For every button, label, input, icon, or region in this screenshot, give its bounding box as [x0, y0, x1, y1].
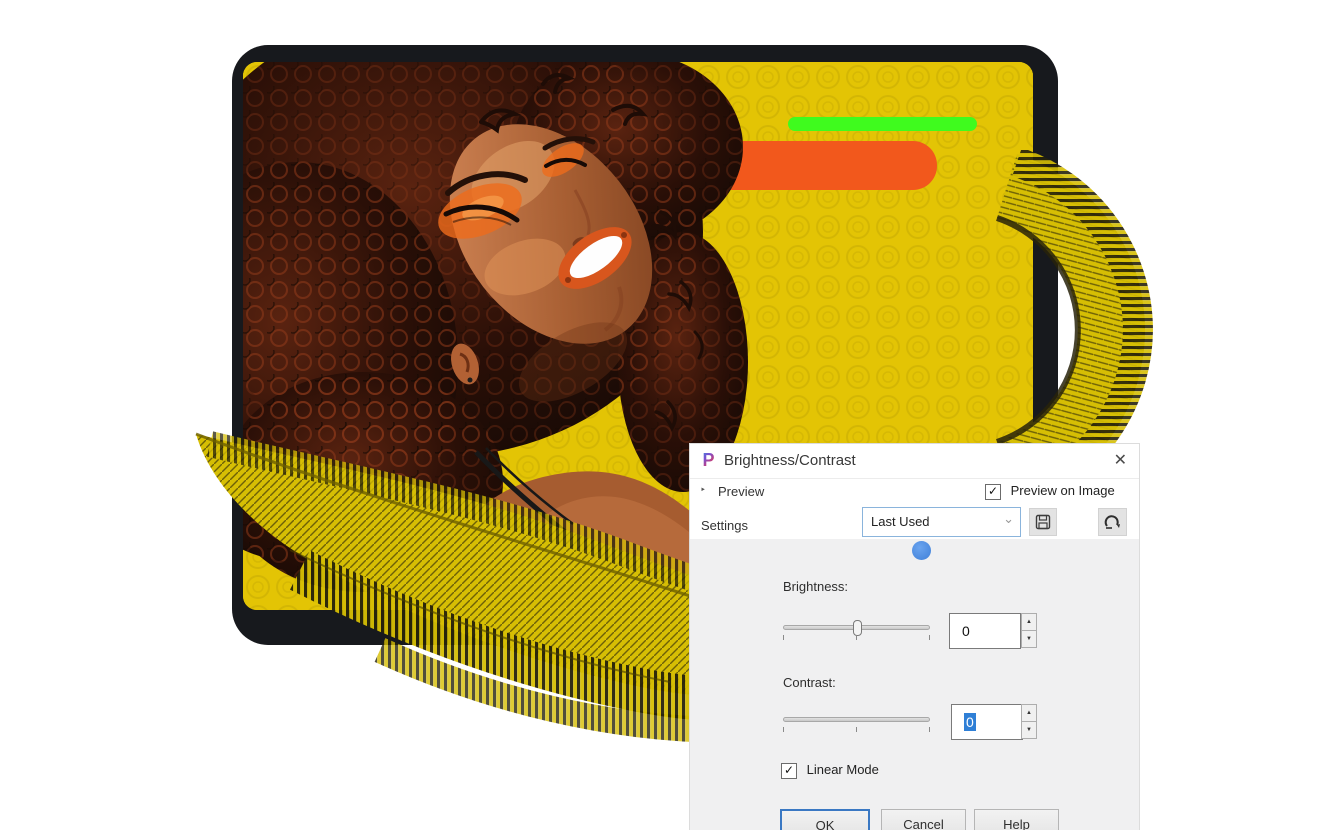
- contrast-label: Contrast:: [783, 675, 836, 690]
- save-icon: [1035, 514, 1051, 530]
- spinner-down-icon[interactable]: ▼: [1021, 721, 1037, 739]
- linear-mode-checkbox[interactable]: ✓: [781, 763, 797, 779]
- tick: [929, 635, 930, 640]
- linear-mode-label: Linear Mode: [807, 762, 879, 777]
- tick: [929, 727, 930, 732]
- brightness-slider-thumb[interactable]: [853, 620, 862, 636]
- cursor-click-indicator: [912, 541, 931, 560]
- ok-button[interactable]: OK: [780, 809, 870, 830]
- page: P Brightness/Contrast ✕ ‣ Preview ✓ Prev…: [0, 0, 1318, 830]
- contrast-value-selected: 0: [964, 713, 976, 731]
- spinner-up-icon[interactable]: ▲: [1021, 704, 1037, 722]
- preview-section-label: Preview: [718, 484, 764, 499]
- settings-preset-value: Last Used: [871, 514, 930, 529]
- spinner-up-icon[interactable]: ▲: [1021, 613, 1037, 631]
- help-button[interactable]: Help: [974, 809, 1059, 830]
- dialog-header: P Brightness/Contrast ✕ ‣ Preview ✓ Prev…: [690, 444, 1139, 539]
- dialog-titlebar[interactable]: P Brightness/Contrast ✕: [690, 444, 1139, 479]
- linear-mode-option[interactable]: ✓ Linear Mode: [781, 762, 879, 779]
- reset-to-default-button[interactable]: [1098, 508, 1127, 536]
- brightness-contrast-dialog: P Brightness/Contrast ✕ ‣ Preview ✓ Prev…: [689, 443, 1140, 830]
- preview-on-image-checkbox[interactable]: ✓: [985, 484, 1001, 500]
- tick: [783, 727, 784, 732]
- save-preset-button[interactable]: [1029, 508, 1057, 536]
- paintshop-logo-icon: P: [699, 451, 718, 470]
- preview-on-image-label: Preview on Image: [1011, 483, 1115, 498]
- settings-label: Settings: [701, 518, 748, 533]
- contrast-slider-track[interactable]: [783, 717, 930, 722]
- preview-expander-icon[interactable]: ‣: [700, 485, 706, 496]
- dialog-title: Brightness/Contrast: [724, 452, 856, 469]
- tick: [856, 635, 857, 640]
- green-brush-stroke: [788, 117, 977, 131]
- spinner-down-icon[interactable]: ▼: [1021, 630, 1037, 648]
- reset-icon: [1104, 514, 1121, 530]
- settings-preset-dropdown[interactable]: Last Used ⌄: [862, 507, 1021, 537]
- preview-on-image-option[interactable]: ✓ Preview on Image: [985, 483, 1115, 500]
- close-icon[interactable]: ✕: [1114, 450, 1127, 470]
- brightness-label: Brightness:: [783, 579, 848, 594]
- tick: [783, 635, 784, 640]
- brightness-value-input[interactable]: 0: [949, 613, 1021, 649]
- tick: [856, 727, 857, 732]
- chevron-down-icon[interactable]: ⌄: [1003, 505, 1014, 533]
- cancel-button[interactable]: Cancel: [881, 809, 966, 830]
- contrast-value-input[interactable]: 0: [951, 704, 1023, 740]
- contrast-spinner: ▲ ▼: [1021, 704, 1037, 740]
- brightness-value: 0: [962, 623, 970, 639]
- brightness-spinner: ▲ ▼: [1021, 613, 1037, 649]
